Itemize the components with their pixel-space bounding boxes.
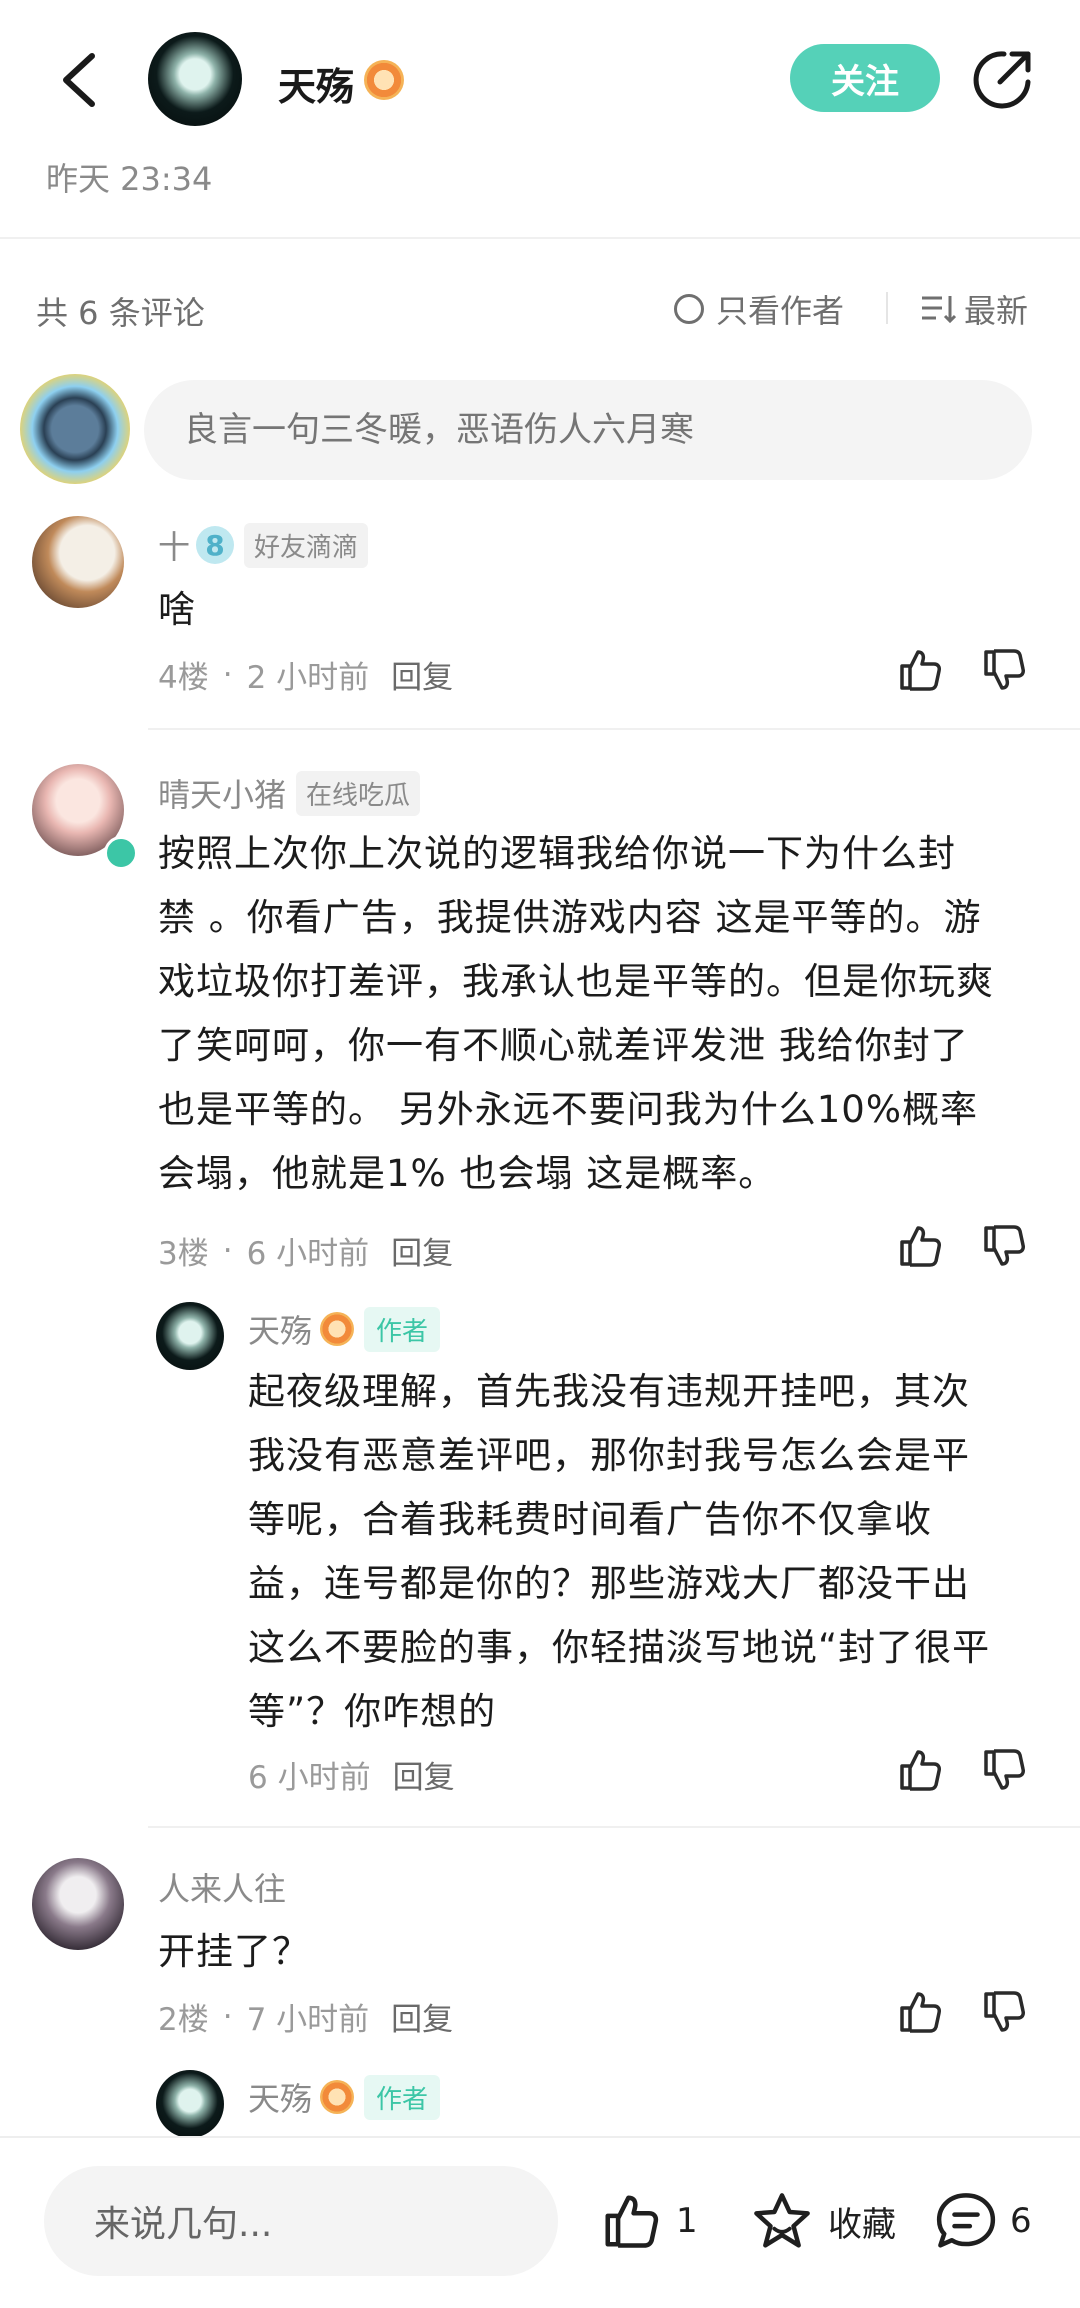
floor-number: 4楼 — [158, 660, 209, 696]
reply-text: 起夜级理解，首先我没有违规开挂吧，其次 我没有恶意差评吧，那你封我号怎么会是平 … — [248, 1370, 991, 1733]
author-tag: 作者 — [364, 2074, 441, 2120]
comment-input[interactable] — [144, 380, 1032, 480]
commenter-avatar[interactable] — [32, 516, 124, 608]
verified-badge-icon — [104, 836, 138, 870]
only-author-label: 只看作者 — [716, 292, 845, 330]
chat-bubble-icon — [936, 2193, 996, 2248]
floor-number: 2楼 — [158, 2002, 209, 2038]
sort-latest-button[interactable]: 最新 — [920, 286, 1028, 332]
comment-total: 6 — [1010, 2201, 1032, 2241]
comment-text: 开挂了？ — [158, 1930, 310, 1973]
flower-badge-icon — [320, 1312, 355, 1346]
commenter-avatar[interactable] — [32, 1858, 124, 1950]
dot-separator: · — [222, 656, 233, 693]
share-icon[interactable] — [970, 46, 1036, 112]
commenter-name[interactable]: 人来人往 — [158, 1864, 286, 1910]
sort-label: 最新 — [964, 292, 1029, 330]
only-author-toggle[interactable]: 只看作者 — [674, 286, 844, 332]
reply-button[interactable]: 回复 — [393, 1752, 455, 1797]
user-tag: 在线吃瓜 — [296, 770, 421, 816]
comment-time: 6 小时前 — [246, 1236, 370, 1272]
bottom-comment-input[interactable]: 来说几句... — [44, 2166, 558, 2276]
dot-separator: · — [222, 1998, 233, 2035]
author-avatar[interactable] — [156, 2070, 224, 2138]
thumbs-up-icon[interactable] — [896, 1988, 944, 2036]
divider — [148, 1826, 1080, 1828]
follow-button[interactable]: 关注 — [790, 44, 940, 112]
flower-badge-icon — [320, 2080, 355, 2114]
comment-text: 啥 — [158, 588, 196, 631]
reply-time: 6 小时前 — [248, 1760, 371, 1796]
like-count: 1 — [676, 2201, 698, 2241]
thumbs-up-icon[interactable] — [896, 646, 944, 694]
comment-text: 按照上次你上次说的逻辑我给你说一下为什么封 禁 。你看广告，我提供游戏内容 这是… — [158, 832, 994, 1195]
comments-button[interactable]: 6 — [934, 2190, 1032, 2252]
my-avatar — [20, 374, 130, 484]
post-time: 昨天 23:34 — [46, 160, 213, 198]
thumbs-down-icon[interactable] — [980, 1222, 1028, 1270]
author-name[interactable]: 天殇 — [278, 56, 354, 111]
thumbs-up-icon[interactable] — [896, 1222, 944, 1270]
reply-author-name[interactable]: 天殇 作者 — [248, 1306, 441, 1352]
reply-author-name[interactable]: 天殇 作者 — [248, 2074, 441, 2120]
floor-number: 3楼 — [158, 1236, 209, 1272]
commenter-name[interactable]: 晴天小猪 在线吃瓜 — [158, 770, 421, 816]
comment-meta: 3楼 · 6 小时前 回复 — [158, 1228, 453, 1273]
thumbs-down-icon[interactable] — [980, 1988, 1028, 2036]
commenter-name[interactable]: 十 8 好友滴滴 — [158, 522, 369, 568]
comment-time: 7 小时前 — [246, 2002, 370, 2038]
divider — [886, 292, 888, 324]
thumbs-down-icon[interactable] — [980, 646, 1028, 694]
thumbs-up-icon[interactable] — [896, 1746, 944, 1794]
collect-label: 收藏 — [828, 2204, 896, 2245]
back-arrow-icon[interactable] — [52, 48, 112, 112]
flower-badge-icon — [364, 60, 404, 100]
user-tag: 好友滴滴 — [244, 522, 369, 568]
like-button[interactable]: 1 — [600, 2190, 698, 2252]
sort-icon — [922, 296, 956, 324]
comment-time: 2 小时前 — [246, 660, 370, 696]
author-tag: 作者 — [364, 1306, 441, 1352]
collect-button[interactable]: 收藏 — [750, 2190, 896, 2252]
comment-count: 共 6 条评论 — [36, 294, 205, 332]
author-avatar[interactable] — [156, 1302, 224, 1370]
reply-button[interactable]: 回复 — [391, 1228, 453, 1273]
divider — [148, 728, 1080, 730]
thumbs-down-icon[interactable] — [980, 1746, 1028, 1794]
reply-button[interactable]: 回复 — [391, 1994, 453, 2039]
dot-separator: · — [222, 1232, 233, 1269]
comment-meta: 4楼 · 2 小时前 回复 — [158, 652, 453, 697]
comment-meta: 2楼 · 7 小时前 回复 — [158, 1994, 453, 2039]
level-8-icon: 8 — [196, 526, 235, 564]
reply-meta: 6 小时前 回复 — [248, 1752, 455, 1797]
radio-circle-icon — [674, 294, 704, 324]
reply-button[interactable]: 回复 — [391, 652, 453, 697]
thumbs-up-icon — [605, 2195, 659, 2248]
star-icon — [754, 2193, 810, 2248]
divider — [0, 237, 1080, 239]
author-avatar[interactable] — [148, 32, 242, 126]
